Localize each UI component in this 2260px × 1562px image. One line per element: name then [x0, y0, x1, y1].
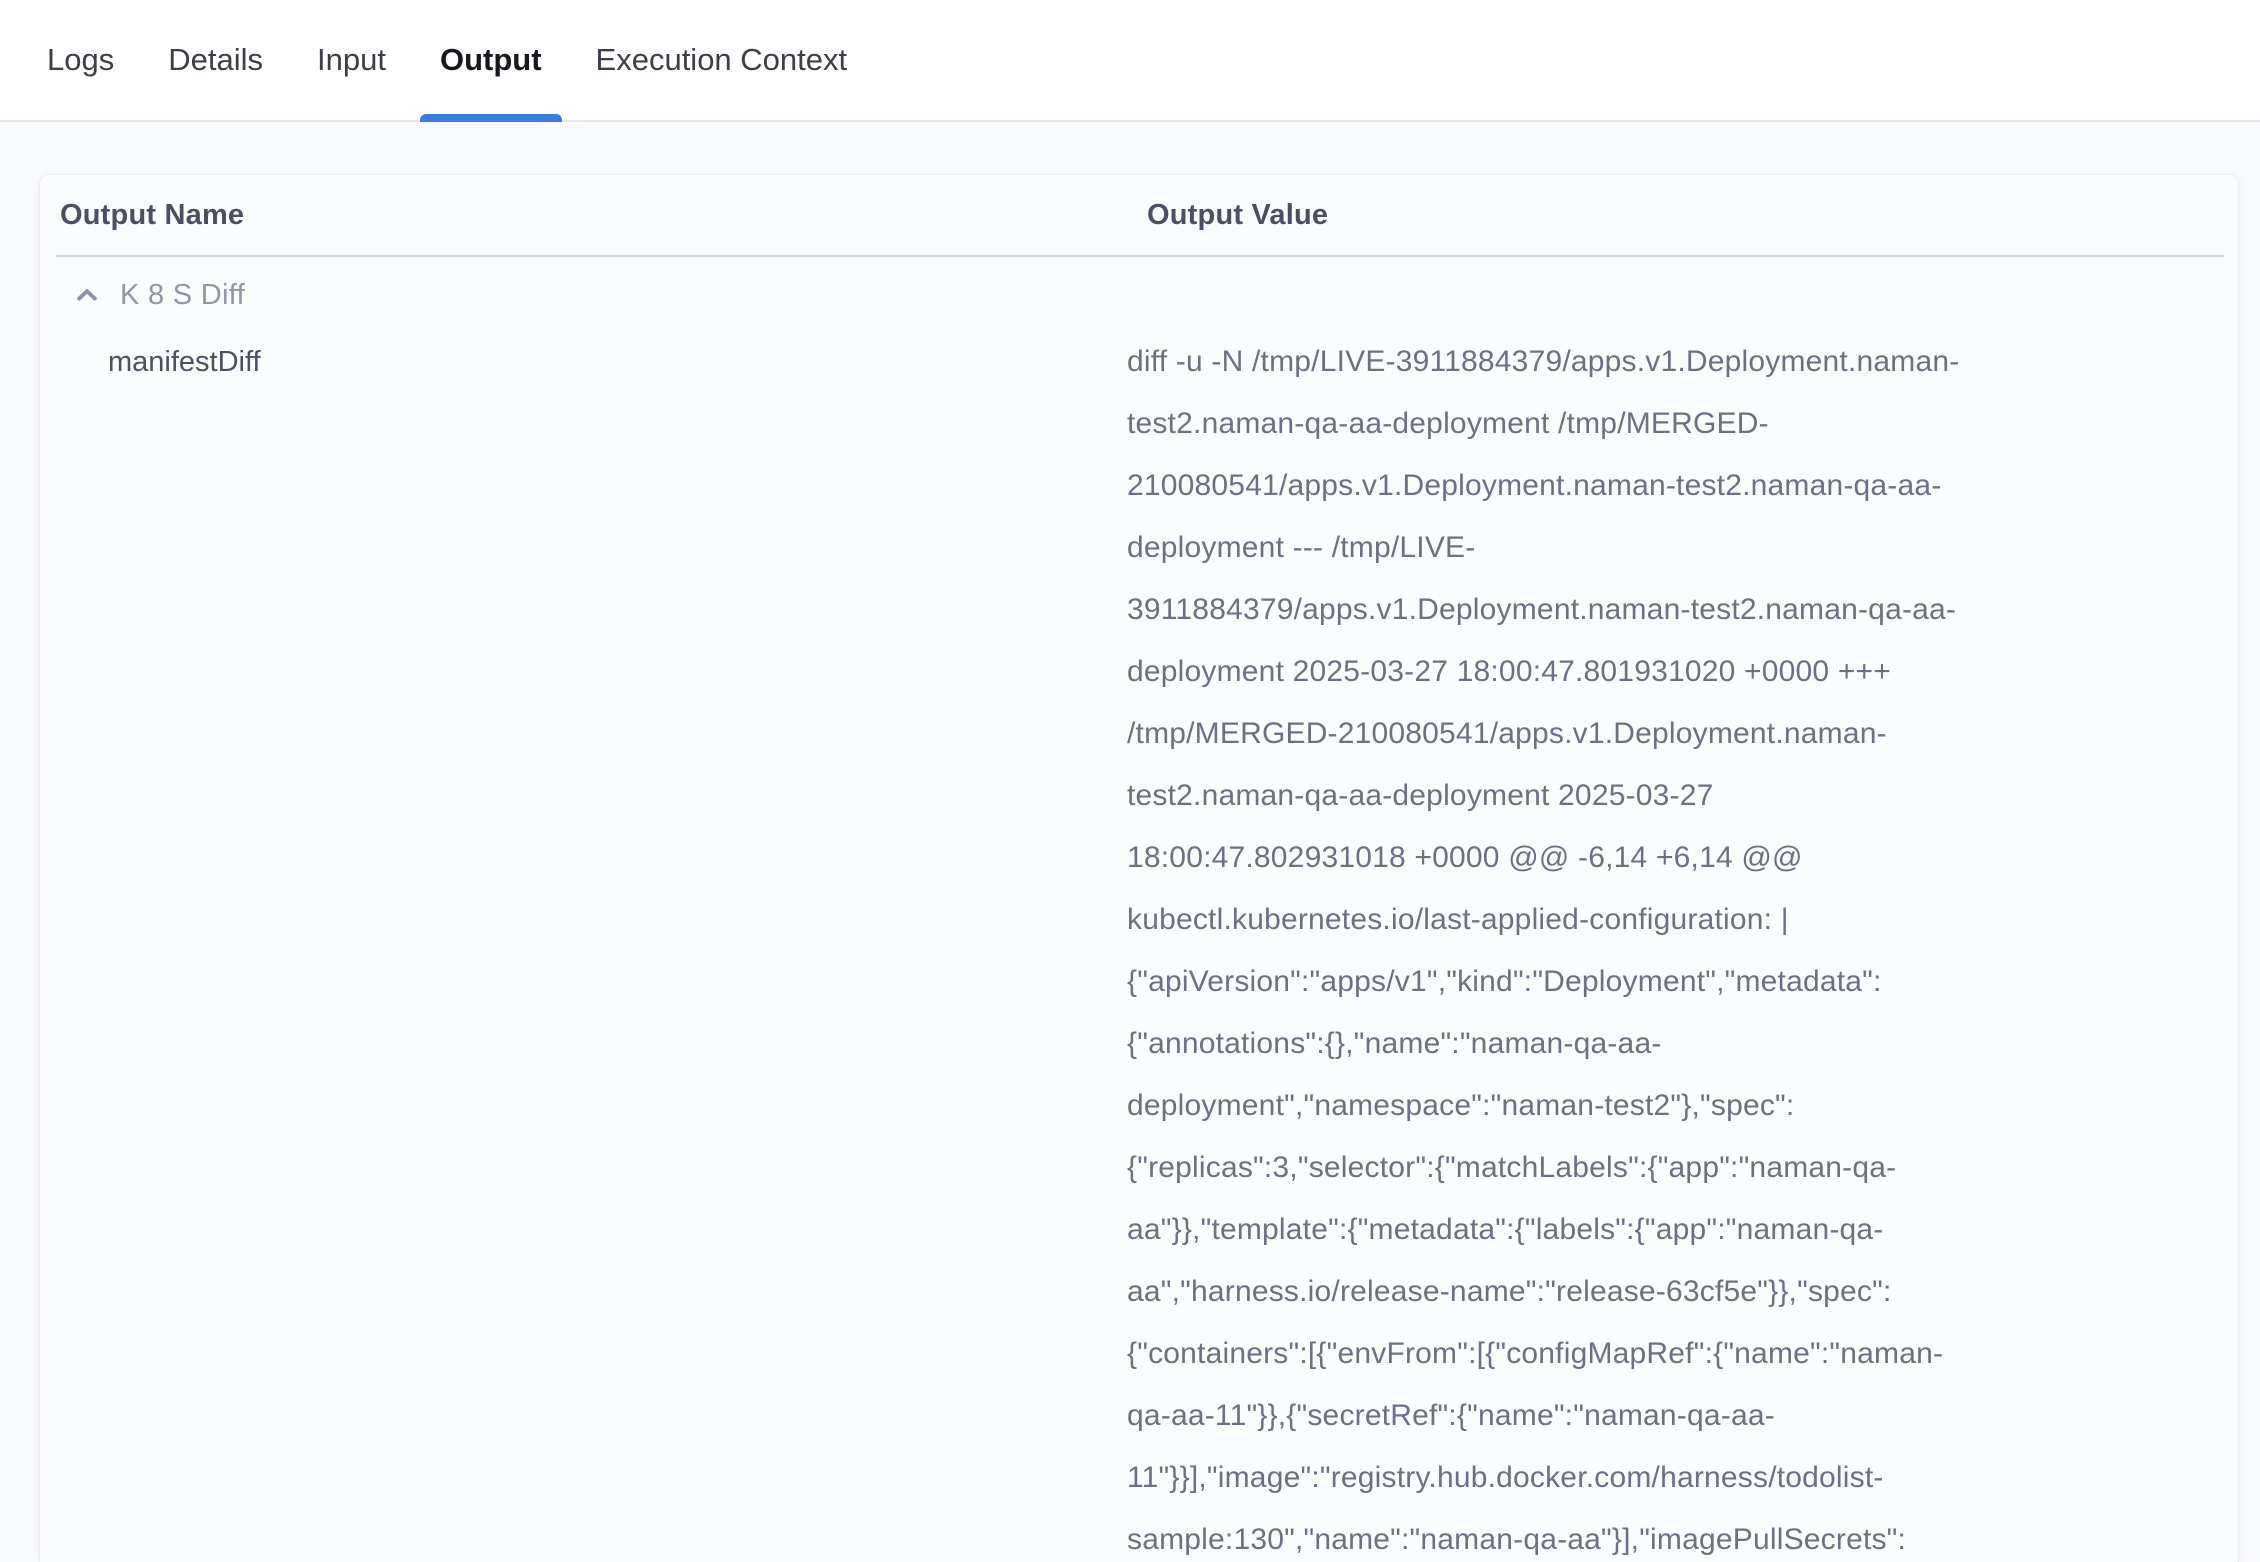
output-table-card: Output Name Output Value K 8 S Diff mani… [39, 174, 2239, 1562]
column-header-output-value: Output Value [1147, 199, 1328, 232]
group-label: K 8 S Diff [120, 279, 245, 312]
output-table-header: Output Name Output Value [40, 175, 2238, 255]
tab-details[interactable]: Details [168, 0, 263, 120]
output-tab-panel: Output Name Output Value K 8 S Diff mani… [0, 122, 2260, 1562]
column-header-output-name: Output Name [60, 199, 1147, 232]
output-name-cell: manifestDiff [40, 331, 1127, 393]
group-row-k8s-diff[interactable]: K 8 S Diff [40, 259, 2238, 331]
tab-execution-context[interactable]: Execution Context [596, 0, 848, 120]
tab-logs[interactable]: Logs [47, 0, 114, 120]
output-value-cell: diff -u -N /tmp/LIVE-3911884379/apps.v1.… [1127, 331, 2067, 1562]
tab-input[interactable]: Input [317, 0, 386, 120]
header-divider [56, 255, 2224, 257]
table-row-manifest-diff: manifestDiff diff -u -N /tmp/LIVE-391188… [40, 331, 2238, 1562]
detail-tabs: Logs Details Input Output Execution Cont… [0, 0, 2260, 122]
chevron-up-icon[interactable] [74, 282, 100, 308]
tab-output[interactable]: Output [440, 0, 542, 120]
